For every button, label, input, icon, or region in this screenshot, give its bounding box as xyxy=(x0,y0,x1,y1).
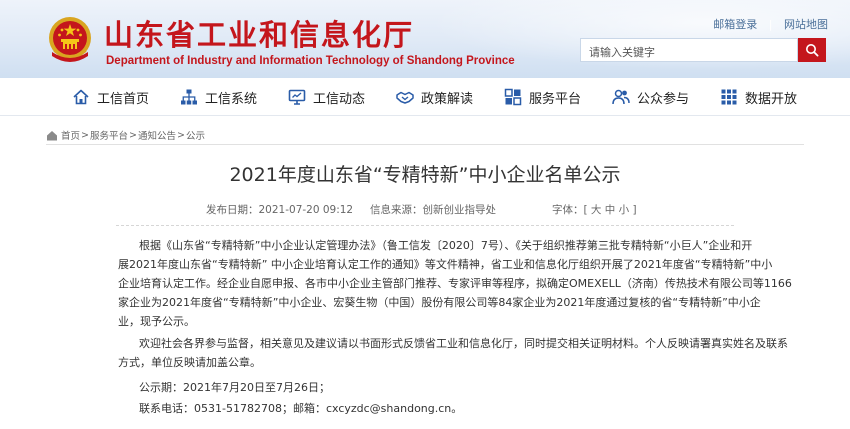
paragraph-line: 方式，单位反映请加盖公章。 xyxy=(118,356,261,369)
nav-item-label: 公众参与 xyxy=(637,91,690,107)
handshake-icon xyxy=(396,91,414,104)
site-title: 山东省工业和信息化厅 xyxy=(104,18,415,52)
contact-info: 联系电话：0531-51782708；邮箱：cxcyzdc@shandong.c… xyxy=(139,402,463,415)
divider: | xyxy=(768,18,773,31)
nav-item-services[interactable]: 服务平台 xyxy=(504,86,581,108)
breadcrumb: 首页 > 服务平台 > 通知公告 > 公示 xyxy=(46,128,205,142)
nav-item-label: 工信系统 xyxy=(205,91,258,107)
org-chart-icon xyxy=(181,89,197,105)
paragraph-line: 业，现予公示。 xyxy=(118,315,195,328)
font-size-label: 字体： xyxy=(552,204,584,216)
home-icon xyxy=(47,130,57,140)
nav-item-news[interactable]: 工信动态 xyxy=(288,86,365,108)
nav-item-label: 工信动态 xyxy=(313,91,366,107)
services-icon xyxy=(504,88,522,106)
divider xyxy=(46,144,804,145)
search-icon xyxy=(806,44,819,57)
top-links: 邮箱登录 | 网站地图 xyxy=(713,16,828,32)
nav-item-label: 数据开放 xyxy=(745,91,798,107)
breadcrumb-services[interactable]: 服务平台 xyxy=(90,128,128,142)
site-header: 山东省工业和信息化厅 Department of Industry and In… xyxy=(0,0,850,78)
nav-item-policy[interactable]: 政策解读 xyxy=(396,86,473,108)
nav-item-system[interactable]: 工信系统 xyxy=(180,86,257,108)
email-login-link[interactable]: 邮箱登录 xyxy=(713,16,757,32)
paragraph-line: 根据《山东省“专精特新”中小企业认定管理办法》（鲁工信发〔2020〕7号）、《关… xyxy=(139,239,753,252)
article-title: 2021年度山东省“专精特新”中小企业名单公示 xyxy=(229,164,621,186)
paragraph-line: 展2021年度山东省“专精特新” 中小企业培育认定工作的通知》等文件精神，省工业… xyxy=(118,258,773,271)
publicity-period: 公示期：2021年7月20日至7月26日； xyxy=(139,381,330,394)
nav-item-label: 政策解读 xyxy=(421,91,474,107)
nav-item-home[interactable]: 工信首页 xyxy=(72,86,149,108)
font-size-control: 字体：[ 大 中 小 ] xyxy=(552,202,637,217)
article-paragraph-2: 欢迎社会各界参与监督，相关意见及建议请以书面形式反馈省工业和信息化厅，同时提交相… xyxy=(118,334,788,372)
breadcrumb-current[interactable]: 公示 xyxy=(186,128,205,142)
search-bar: 请输入关键字 xyxy=(580,38,826,62)
users-icon xyxy=(612,89,630,105)
search-button[interactable] xyxy=(798,38,826,62)
nav-item-label: 服务平台 xyxy=(529,91,582,107)
publish-date: 发布日期：2021-07-20 09:12 xyxy=(206,204,354,216)
sitemap-link[interactable]: 网站地图 xyxy=(784,16,828,32)
site-subtitle: Department of Industry and Information T… xyxy=(106,55,515,67)
font-size-options[interactable]: [ 大 中 小 ] xyxy=(584,204,637,216)
search-input[interactable]: 请输入关键字 xyxy=(580,38,798,62)
info-source: 信息来源：创新创业指导处 xyxy=(370,204,496,216)
breadcrumb-notices[interactable]: 通知公告 xyxy=(138,128,176,142)
breadcrumb-home[interactable]: 首页 xyxy=(61,128,80,142)
paragraph-line: 家企业为2021年度省“专精特新”中小企业、宏葵生物（中国）股份有限公司等84家… xyxy=(118,296,761,309)
divider xyxy=(116,225,734,226)
national-emblem-icon xyxy=(49,17,91,62)
nav-item-participation[interactable]: 公众参与 xyxy=(612,86,689,108)
main-nav: 工信首页 工信系统 工信动态 政策解读 服务平台 公众参与 数据开放 xyxy=(0,78,850,116)
article-paragraph-1: 根据《山东省“专精特新”中小企业认定管理办法》（鲁工信发〔2020〕7号）、《关… xyxy=(118,236,792,331)
nav-item-open-data[interactable]: 数据开放 xyxy=(720,86,797,108)
paragraph-line: 欢迎社会各界参与监督，相关意见及建议请以书面形式反馈省工业和信息化厅，同时提交相… xyxy=(139,337,788,350)
paragraph-line: 企业培育认定工作。经企业自愿申报、各市中小企业主管部门推荐、专家评审等程序，拟确… xyxy=(118,277,792,290)
grid-icon xyxy=(721,89,737,105)
monitor-icon xyxy=(288,89,306,105)
nav-item-label: 工信首页 xyxy=(97,91,150,107)
home-icon xyxy=(73,89,89,105)
